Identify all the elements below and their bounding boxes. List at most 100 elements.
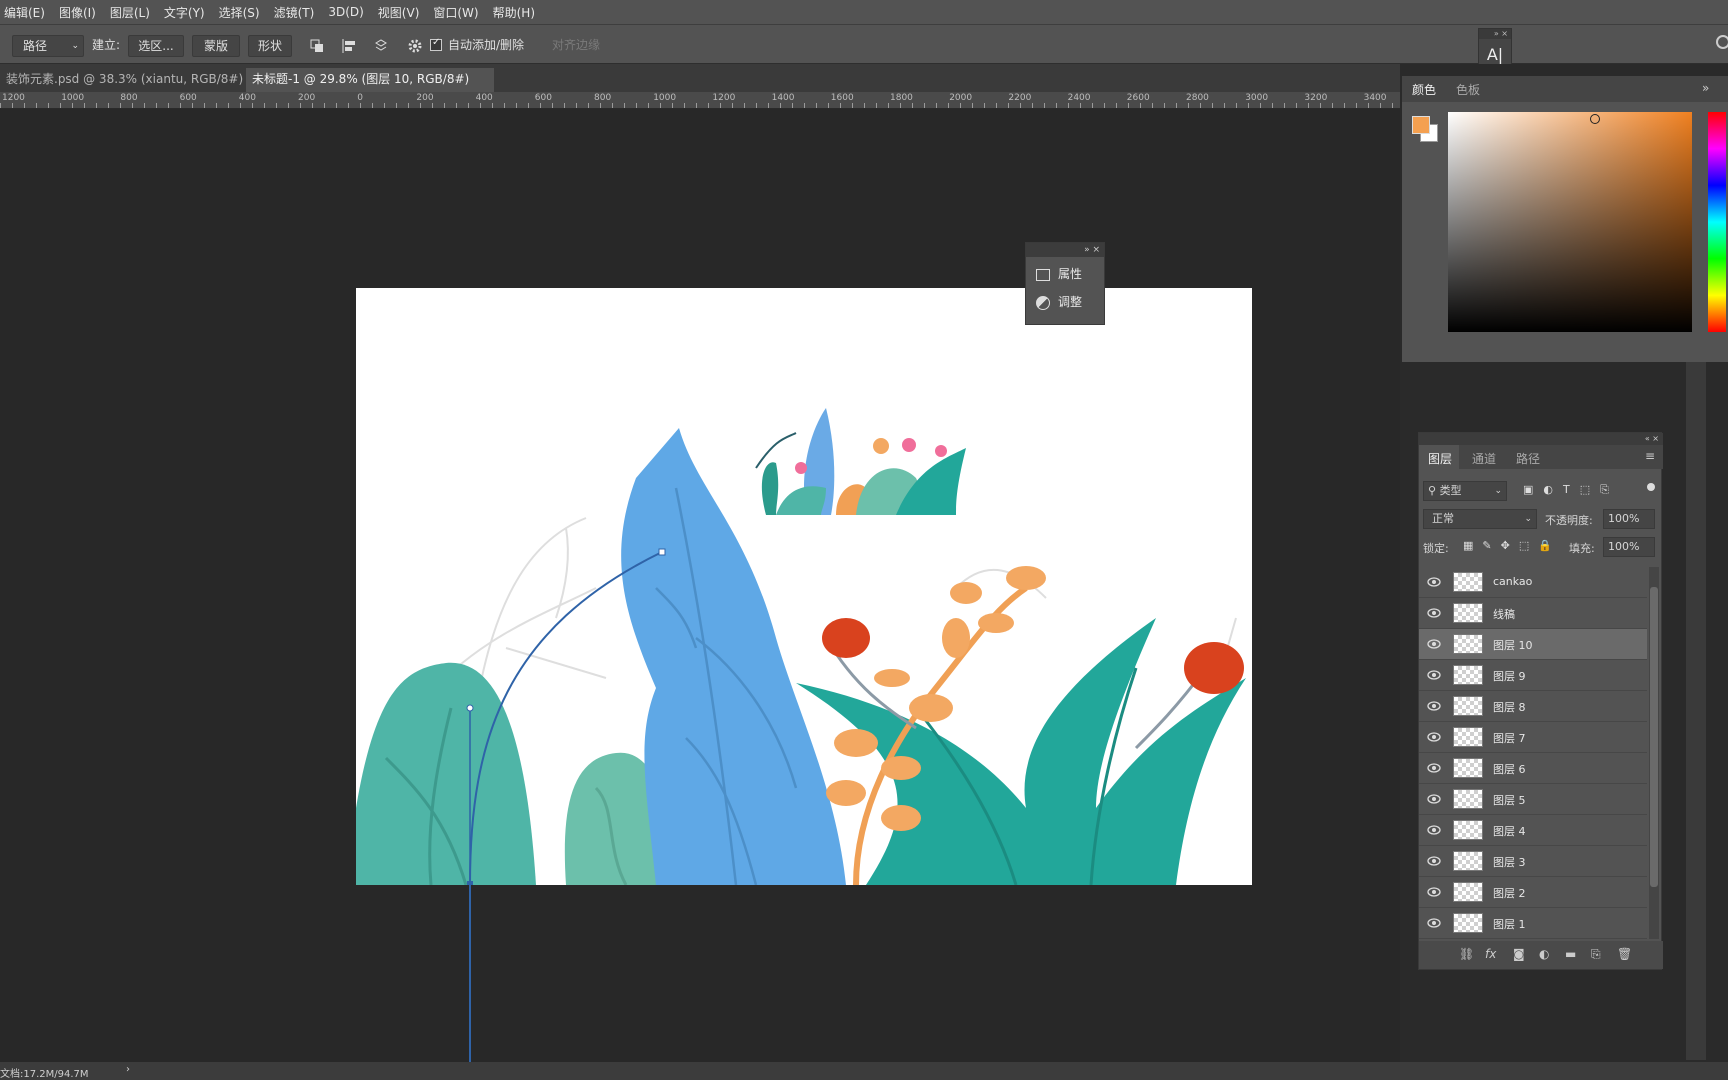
layer-row[interactable]: 图层 3 [1419, 846, 1647, 877]
layer-name[interactable]: cankao [1493, 575, 1532, 588]
layer-name[interactable]: 图层 2 [1493, 885, 1526, 901]
layer-row[interactable]: 图层 5 [1419, 784, 1647, 815]
layer-thumbnail[interactable] [1453, 727, 1483, 747]
path-alignment-icon[interactable] [340, 37, 358, 55]
layer-filter-select[interactable]: ⚲ 类型 ⌄ [1423, 481, 1507, 501]
adjustments-item[interactable]: 调整 [1036, 291, 1082, 313]
panel-collapse-icon[interactable]: » × [1026, 243, 1104, 257]
menu-edit[interactable]: 编辑(E) [4, 4, 45, 21]
tab-swatches[interactable]: 色板 [1456, 81, 1480, 98]
tab-paths[interactable]: 路径 [1516, 450, 1540, 467]
menu-image[interactable]: 图像(I) [59, 4, 96, 21]
lock-paint-icon[interactable]: ✎ [1482, 539, 1500, 552]
layer-name[interactable]: 图层 1 [1493, 916, 1526, 932]
tab-color[interactable]: 颜色 [1412, 81, 1436, 98]
layer-name[interactable]: 图层 10 [1493, 637, 1533, 653]
eye-icon[interactable] [1427, 576, 1441, 588]
layer-row[interactable]: 图层 4 [1419, 815, 1647, 846]
layer-row[interactable]: cankao [1419, 567, 1647, 598]
new-layer-icon[interactable]: ⎘ [1591, 947, 1601, 962]
layer-thumbnail[interactable] [1453, 820, 1483, 840]
layer-name[interactable]: 图层 6 [1493, 761, 1526, 777]
layer-thumbnail[interactable] [1453, 696, 1483, 716]
menu-select[interactable]: 选择(S) [219, 4, 260, 21]
tab-layers[interactable]: 图层 [1428, 450, 1452, 467]
fx-icon[interactable]: fx [1485, 947, 1496, 961]
color-field[interactable] [1448, 112, 1692, 332]
eye-icon[interactable] [1427, 669, 1441, 681]
menu-filter[interactable]: 滤镜(T) [274, 4, 315, 21]
eye-icon[interactable] [1427, 824, 1441, 836]
make-mask-button[interactable]: 蒙版 [192, 35, 240, 57]
layer-row[interactable]: 图层 9 [1419, 660, 1647, 691]
adjustment-layer-icon[interactable]: ◐ [1539, 947, 1549, 961]
tab-decor-elements[interactable]: 装饰元素.psd @ 38.3% (xiantu, RGB/8#) *× [0, 68, 244, 108]
type-filter-icon[interactable]: T [1563, 483, 1580, 496]
search-icon[interactable] [1716, 35, 1728, 49]
menu-help[interactable]: 帮助(H) [493, 4, 535, 21]
filter-toggle[interactable] [1647, 483, 1655, 491]
layer-name[interactable]: 图层 8 [1493, 699, 1526, 715]
eye-icon[interactable] [1427, 793, 1441, 805]
shape-filter-icon[interactable]: ⬚ [1580, 483, 1600, 496]
layers-scrollbar[interactable] [1649, 567, 1659, 939]
layer-name[interactable]: 图层 4 [1493, 823, 1526, 839]
layer-name[interactable]: 图层 7 [1493, 730, 1526, 746]
layer-row[interactable]: 图层 6 [1419, 753, 1647, 784]
eye-icon[interactable] [1427, 607, 1441, 619]
make-shape-button[interactable]: 形状 [248, 35, 292, 57]
status-menu-arrow[interactable]: › [126, 1064, 130, 1075]
lock-all-icon[interactable]: 🔒 [1538, 539, 1561, 552]
layer-name[interactable]: 图层 5 [1493, 792, 1526, 808]
eye-icon[interactable] [1427, 855, 1441, 867]
auto-add-delete-checkbox[interactable]: ✓ [430, 37, 442, 51]
mask-icon[interactable]: ◙ [1513, 947, 1525, 961]
menu-view[interactable]: 视图(V) [378, 4, 420, 21]
smart-object-filter-icon[interactable]: ⎘ [1600, 483, 1619, 496]
properties-item[interactable]: 属性 [1036, 263, 1082, 285]
layer-name[interactable]: 图层 3 [1493, 854, 1526, 870]
document-canvas[interactable] [356, 288, 1252, 885]
layer-thumbnail[interactable] [1453, 851, 1483, 871]
tab-untitled-1[interactable]: 未标题-1 @ 29.8% (图层 10, RGB/8#) *× [246, 68, 494, 108]
fill-input[interactable]: 100% [1603, 537, 1655, 557]
group-icon[interactable]: ▬ [1565, 947, 1576, 961]
layer-thumbnail[interactable] [1453, 882, 1483, 902]
path-mode-select[interactable]: 路径 ⌄ [12, 35, 84, 57]
trash-icon[interactable]: 🗑 [1617, 947, 1632, 961]
foreground-color-swatch[interactable] [1412, 116, 1430, 134]
menu-3d[interactable]: 3D(D) [328, 5, 363, 19]
scrollbar-thumb[interactable] [1650, 587, 1658, 887]
panel-collapse-icon[interactable]: » × [1479, 29, 1511, 39]
menu-window[interactable]: 窗口(W) [433, 4, 478, 21]
eye-icon[interactable] [1427, 917, 1441, 929]
make-selection-button[interactable]: 选区... [128, 35, 184, 57]
hamburger-menu-icon[interactable]: ≡ [1645, 449, 1655, 463]
type-tool-icon[interactable]: A| [1479, 45, 1511, 64]
adjustment-filter-icon[interactable]: ◐ [1543, 483, 1563, 496]
align-edges-label[interactable]: 对齐边缘 [552, 35, 600, 57]
blend-mode-select[interactable]: 正常 ⌄ [1423, 509, 1537, 529]
path-arrangement-icon[interactable] [372, 37, 390, 55]
eye-icon[interactable] [1427, 638, 1441, 650]
layer-thumbnail[interactable] [1453, 913, 1483, 933]
tab-channels[interactable]: 通道 [1472, 450, 1496, 467]
layer-thumbnail[interactable] [1453, 758, 1483, 778]
gear-icon[interactable] [406, 37, 424, 55]
lock-move-icon[interactable]: ✥ [1501, 539, 1519, 552]
color-picker-cursor[interactable] [1590, 114, 1600, 124]
layer-thumbnail[interactable] [1453, 789, 1483, 809]
lock-transparent-icon[interactable]: ▦ [1463, 539, 1482, 552]
link-icon[interactable]: ⛓ [1459, 947, 1474, 961]
menu-layer[interactable]: 图层(L) [110, 4, 150, 21]
layer-row[interactable]: 图层 2 [1419, 877, 1647, 908]
layer-row[interactable]: 图层 10 [1419, 629, 1647, 660]
horizontal-ruler[interactable]: 1200 1000 800 600 400 200 0 200 400 600 800 1000 120… [0, 92, 1400, 109]
eye-icon[interactable] [1427, 762, 1441, 774]
menu-type[interactable]: 文字(Y) [164, 4, 205, 21]
layer-thumbnail[interactable] [1453, 665, 1483, 685]
layer-row[interactable]: 图层 1 [1419, 908, 1647, 939]
opacity-input[interactable]: 100% [1603, 509, 1655, 529]
layer-name[interactable]: 图层 9 [1493, 668, 1526, 684]
lock-artboard-icon[interactable]: ⬚ [1519, 539, 1538, 552]
